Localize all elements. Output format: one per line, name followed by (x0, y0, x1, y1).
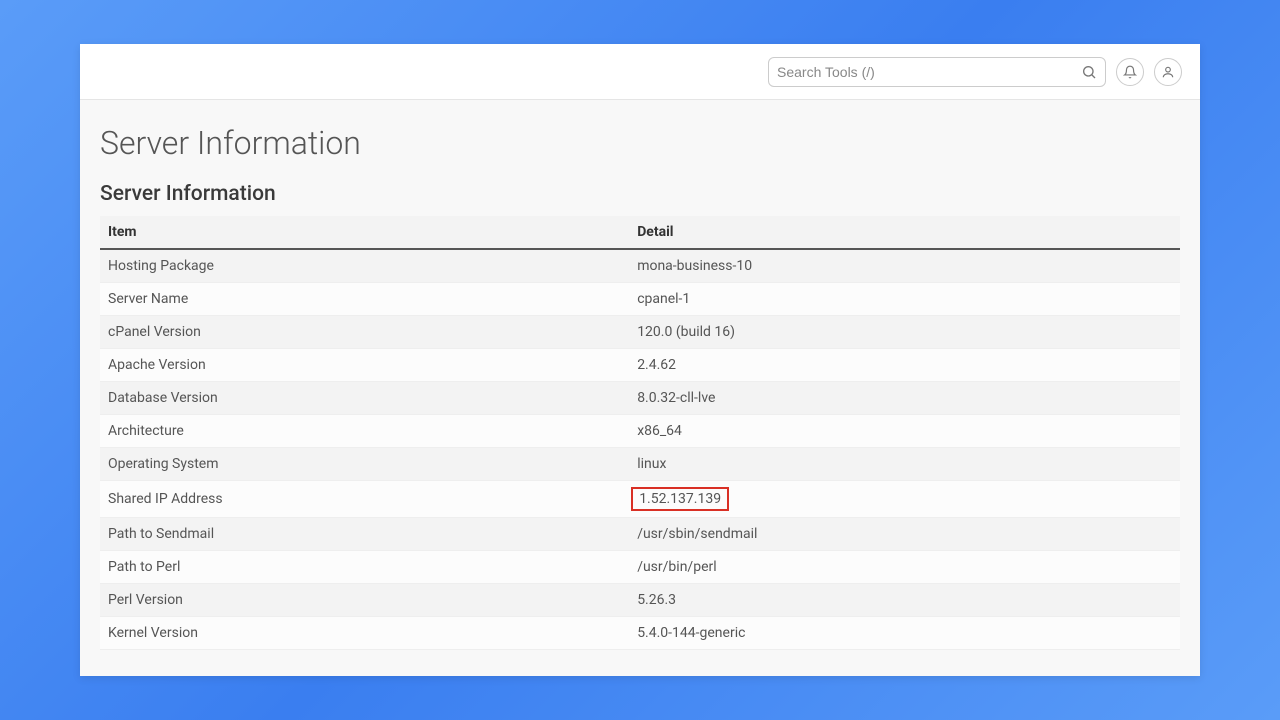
notifications-button[interactable] (1116, 58, 1144, 86)
cell-detail: 120.0 (build 16) (629, 316, 1180, 349)
cell-item: Operating System (100, 448, 629, 481)
cell-item: Shared IP Address (100, 481, 629, 518)
cell-detail: 1.52.137.139 (629, 481, 1180, 518)
col-header-detail: Detail (629, 216, 1180, 249)
table-row: Architecturex86_64 (100, 415, 1180, 448)
table-row: Apache Version2.4.62 (100, 349, 1180, 382)
table-row: Path to Sendmail/usr/sbin/sendmail (100, 518, 1180, 551)
content-area: Server Information Server Information It… (80, 100, 1200, 676)
cell-item: Path to Perl (100, 551, 629, 584)
cell-detail: x86_64 (629, 415, 1180, 448)
section-title: Server Information (100, 182, 1180, 206)
table-row: Database Version8.0.32-cll-lve (100, 382, 1180, 415)
bell-icon (1123, 65, 1137, 79)
cell-detail: mona-business-10 (629, 249, 1180, 283)
cell-item: Architecture (100, 415, 629, 448)
table-row: Operating Systemlinux (100, 448, 1180, 481)
col-header-item: Item (100, 216, 629, 249)
app-window: Server Information Server Information It… (80, 44, 1200, 676)
table-row: Kernel Version5.4.0-144-generic (100, 617, 1180, 650)
server-info-table: Item Detail Hosting Packagemona-business… (100, 216, 1180, 650)
cell-item: Path to Sendmail (100, 518, 629, 551)
topbar (80, 44, 1200, 100)
cell-detail: 5.26.3 (629, 584, 1180, 617)
cell-detail: /usr/bin/perl (629, 551, 1180, 584)
search-icon (1081, 64, 1097, 80)
table-row: Shared IP Address1.52.137.139 (100, 481, 1180, 518)
cell-detail: linux (629, 448, 1180, 481)
table-row: Hosting Packagemona-business-10 (100, 249, 1180, 283)
user-menu-button[interactable] (1154, 58, 1182, 86)
cell-item: Kernel Version (100, 617, 629, 650)
page-title: Server Information (100, 124, 1180, 162)
cell-detail: /usr/sbin/sendmail (629, 518, 1180, 551)
cell-detail: 2.4.62 (629, 349, 1180, 382)
table-row: Server Namecpanel-1 (100, 283, 1180, 316)
cell-item: Database Version (100, 382, 629, 415)
search-input[interactable] (777, 64, 1081, 80)
cell-detail: 8.0.32-cll-lve (629, 382, 1180, 415)
cell-detail: 5.4.0-144-generic (629, 617, 1180, 650)
cell-item: Perl Version (100, 584, 629, 617)
user-icon (1161, 65, 1175, 79)
cell-item: Server Name (100, 283, 629, 316)
table-row: cPanel Version120.0 (build 16) (100, 316, 1180, 349)
search-tools[interactable] (768, 57, 1106, 87)
highlighted-value: 1.52.137.139 (631, 487, 729, 511)
cell-item: cPanel Version (100, 316, 629, 349)
cell-item: Hosting Package (100, 249, 629, 283)
table-row: Perl Version5.26.3 (100, 584, 1180, 617)
table-row: Path to Perl/usr/bin/perl (100, 551, 1180, 584)
cell-detail: cpanel-1 (629, 283, 1180, 316)
cell-item: Apache Version (100, 349, 629, 382)
